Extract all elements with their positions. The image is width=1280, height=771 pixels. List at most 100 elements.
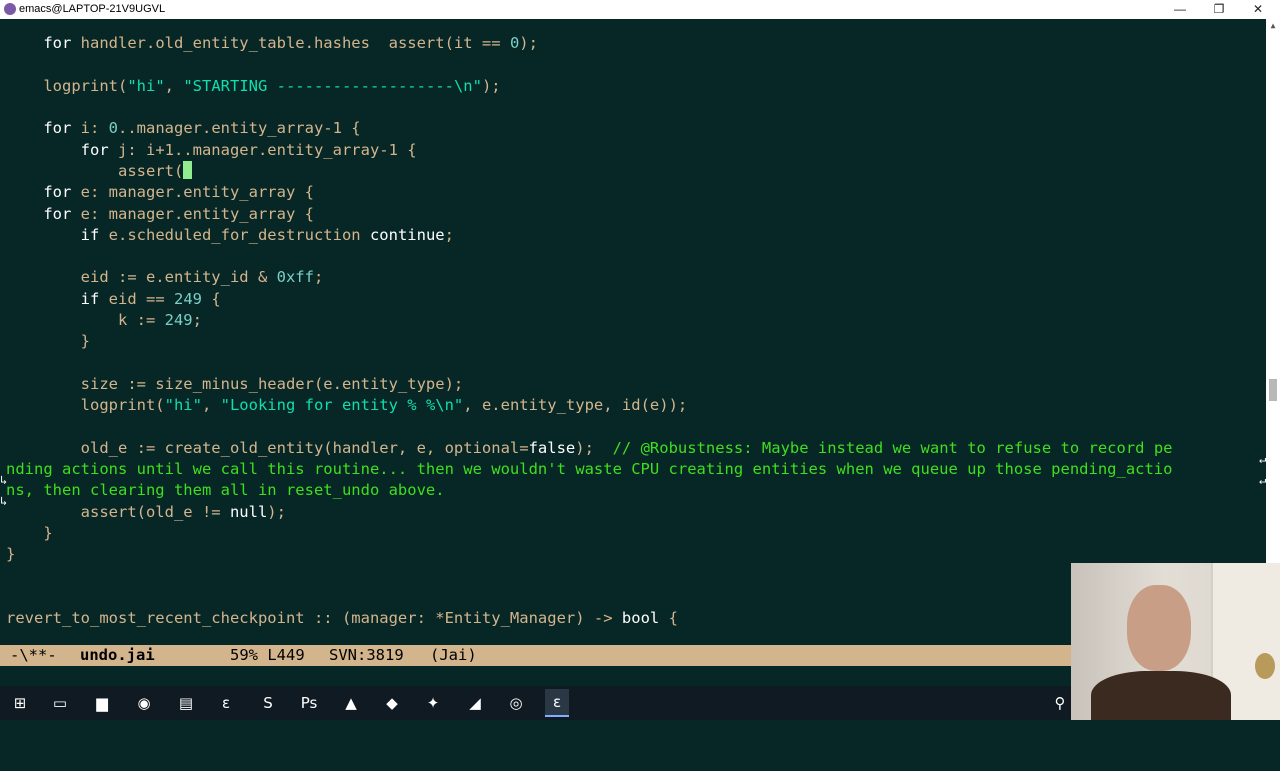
code-line[interactable]: for j: i+1..manager.entity_array-1 { (6, 140, 417, 161)
code-line[interactable]: } (6, 523, 53, 544)
code-line[interactable]: for e: manager.entity_array { (6, 182, 314, 203)
code-line[interactable]: if e.scheduled_for_destruction continue; (6, 225, 454, 246)
visual-studio-icon[interactable]: ◆ (380, 691, 404, 715)
major-mode: (Jai) (430, 646, 477, 664)
code-token: 0 (108, 119, 118, 137)
code-line[interactable]: if eid == 249 { (6, 289, 221, 310)
code-token: "Looking for entity % %\n" (220, 396, 464, 414)
code-token: eid == (99, 290, 174, 308)
vertical-scrollbar[interactable]: ▲ ▼ (1266, 19, 1280, 645)
code-token: null (229, 503, 268, 521)
close-button[interactable]: ✕ (1238, 0, 1278, 19)
code-token: } (6, 332, 90, 350)
code-token: e.scheduled_for_destruction (99, 226, 370, 244)
photoshop-icon[interactable]: Ps (297, 691, 321, 715)
scrollbar-thumb[interactable] (1269, 379, 1277, 401)
tray-icon[interactable]: ⚲ (1048, 691, 1072, 715)
code-comment: ns, then clearing them all in reset_undo… (6, 481, 445, 499)
code-line[interactable]: nding actions until we call this routine… (6, 459, 1172, 480)
code-token: } (6, 524, 53, 542)
code-token: 0 (509, 34, 520, 52)
code-line[interactable]: for i: 0..manager.entity_array-1 { (6, 118, 361, 139)
window-title: emacs@LAPTOP-21V9UGVL (19, 3, 166, 15)
restore-button[interactable]: ❐ (1199, 0, 1239, 19)
code-line[interactable]: size := size_minus_header(e.entity_type)… (6, 374, 464, 395)
code-line[interactable]: revert_to_most_recent_checkpoint :: (man… (6, 608, 678, 629)
code-token: ; (192, 311, 202, 329)
app-dial-icon[interactable]: ◎ (504, 691, 528, 715)
code-token: , (201, 396, 221, 414)
code-token: size := size_minus_header(e.entity_type)… (6, 375, 464, 393)
code-line[interactable]: } (6, 331, 90, 352)
code-comment: nding actions until we call this routine… (6, 460, 1173, 478)
code-line[interactable]: assert(old_e != null); (6, 502, 286, 523)
scroll-up-icon[interactable]: ▲ (1268, 21, 1278, 30)
code-line[interactable]: logprint("hi", "STARTING ---------------… (6, 76, 501, 97)
door-knob (1255, 653, 1275, 679)
code-token: for (43, 183, 72, 201)
code-token: } (6, 545, 16, 563)
code-token: ); (481, 77, 501, 95)
windows-start-icon[interactable]: ⊞ (8, 691, 32, 715)
code-line[interactable]: ns, then clearing them all in reset_undo… (6, 480, 445, 501)
webcam-person-head (1127, 585, 1191, 671)
code-token: logprint( (6, 77, 128, 95)
code-token: for (43, 119, 72, 137)
code-line[interactable]: logprint("hi", "Looking for entity % %\n… (6, 395, 688, 416)
app-green-icon[interactable]: ▲ (339, 691, 363, 715)
code-token: old_e := create_old_entity(handler, e, o… (6, 439, 529, 457)
code-comment: // @Robustness: Maybe instead we want to… (612, 439, 1173, 457)
code-line[interactable]: for handler.old_entity_table.hashes asse… (6, 33, 538, 54)
code-token: handler.old_entity_table.hashes assert(i… (71, 34, 510, 52)
code-token: logprint( (6, 396, 165, 414)
code-token: , e.entity_type, id(e)); (463, 396, 688, 414)
minimize-button[interactable]: — (1160, 0, 1200, 19)
mode-line: -\**- undo.jai 59% L449 SVN:3819 (Jai) (0, 645, 1072, 666)
svn-revision: SVN:3819 (329, 646, 404, 664)
code-line[interactable]: eid := e.entity_id & 0xff; (6, 267, 324, 288)
window-titlebar[interactable]: emacs@LAPTOP-21V9UGVL — ❐ ✕ (0, 0, 1280, 19)
file-explorer-icon[interactable]: ▆ (90, 691, 114, 715)
chrome-icon[interactable]: ◉ (132, 691, 156, 715)
emacs-active-icon[interactable]: ε (545, 689, 569, 717)
skype-icon[interactable]: S (256, 691, 280, 715)
code-line[interactable]: k := 249; (6, 310, 202, 331)
code-token: assert( (6, 162, 184, 180)
code-token: ..manager.entity_array-1 { (118, 119, 361, 137)
code-token: ; (313, 268, 324, 286)
code-token: e: manager.entity_array { (71, 183, 314, 201)
code-token: assert(old_e != (6, 503, 230, 521)
code-line[interactable]: } (6, 544, 15, 565)
code-token: i: (71, 119, 109, 137)
wrap-arrow-icon: ↳ (0, 473, 8, 487)
code-token: "STARTING -------------------\n" (183, 77, 482, 95)
emacs-icon[interactable]: ε (214, 691, 238, 715)
code-token: j: i+1..manager.entity_array-1 { (108, 141, 417, 159)
code-token: 249 (173, 290, 202, 308)
webcam-overlay (1071, 563, 1280, 720)
code-line[interactable]: assert( (6, 161, 193, 182)
buffer-name[interactable]: undo.jai (80, 645, 155, 666)
code-token: if (80, 226, 100, 244)
code-token: revert_to_most_recent_checkpoint :: (man… (6, 609, 622, 627)
code-token: "hi" (127, 77, 165, 95)
task-view-icon[interactable]: ▭ (48, 691, 72, 715)
code-token: { (659, 609, 678, 627)
code-token: ); (519, 34, 538, 52)
code-token: false (528, 439, 576, 457)
code-token: bool (621, 609, 660, 627)
code-token: 249 (164, 311, 193, 329)
app-blue-icon[interactable]: ◢ (463, 691, 487, 715)
code-token: { (201, 290, 221, 308)
code-editor[interactable]: for handler.old_entity_table.hashes asse… (0, 19, 1266, 645)
app-gear-icon[interactable]: ✦ (421, 691, 445, 715)
code-token: e: manager.entity_array { (71, 205, 314, 223)
code-token: ); (575, 439, 613, 457)
wrap-arrow-icon: ↳ (0, 494, 8, 508)
code-line[interactable]: old_e := create_old_entity(handler, e, o… (6, 438, 1173, 459)
app-window-icon[interactable]: ▤ (174, 691, 198, 715)
code-line[interactable]: for e: manager.entity_array { (6, 204, 314, 225)
text-cursor (183, 161, 193, 179)
